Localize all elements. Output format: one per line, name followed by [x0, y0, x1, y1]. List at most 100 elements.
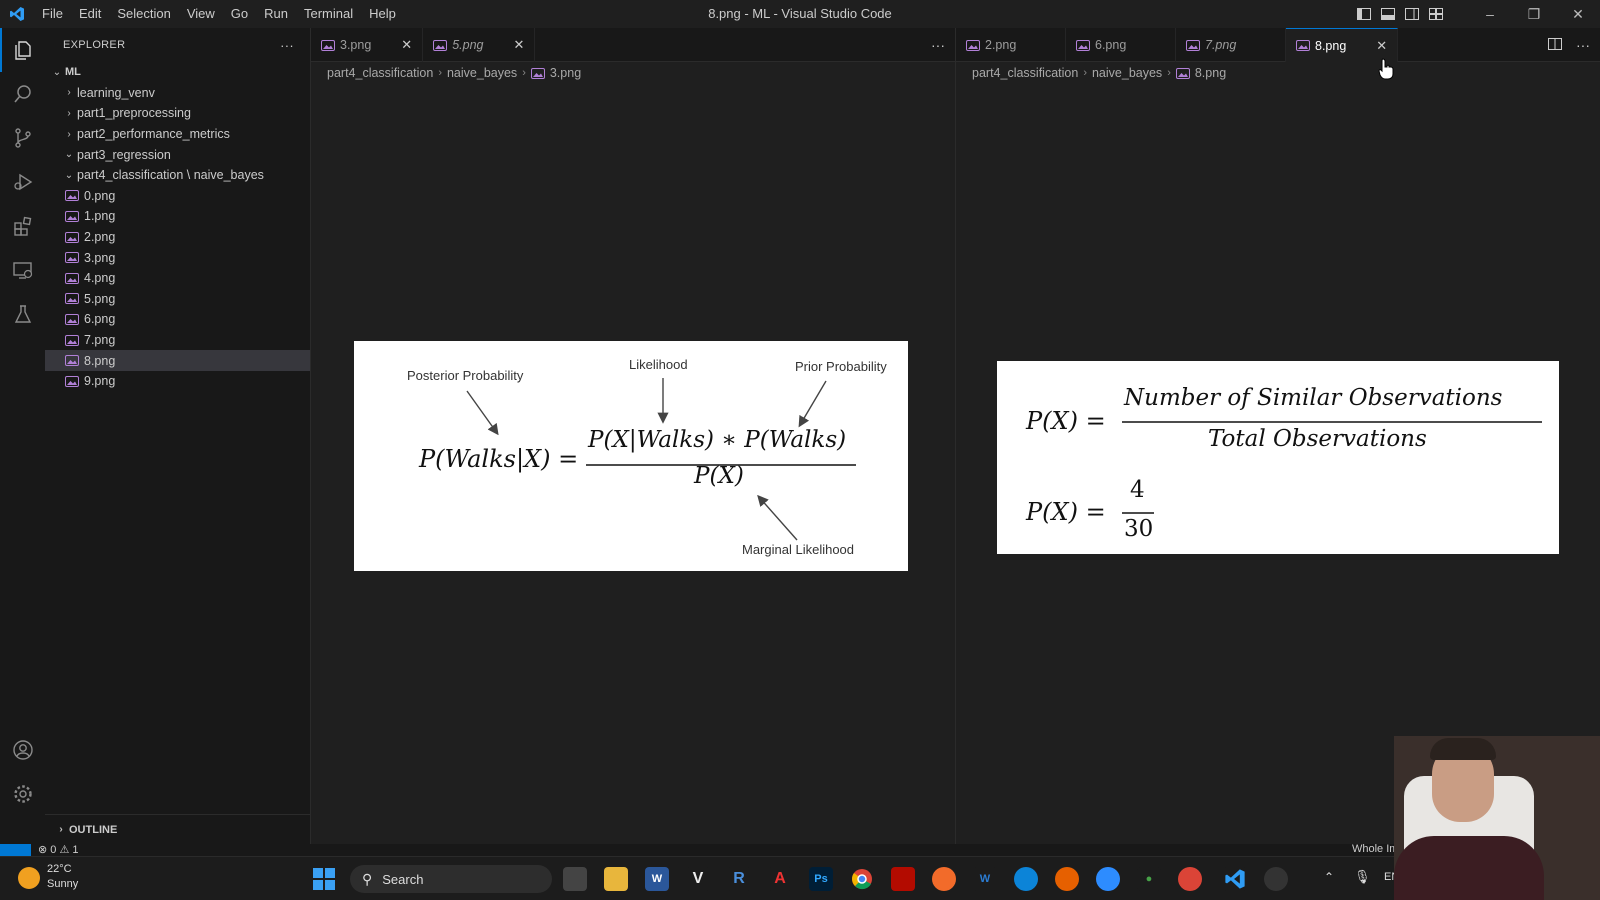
editor-more-actions-right-icon[interactable]: ···	[1576, 37, 1590, 53]
close-tab-icon[interactable]: ✕	[513, 37, 524, 53]
tree-file[interactable]: 8.png	[45, 350, 310, 371]
tree-file[interactable]: 7.png	[45, 330, 310, 351]
tree-folder[interactable]: › part1_preprocessing	[45, 103, 310, 124]
tree-folder[interactable]: ⌄ part3_regression	[45, 144, 310, 165]
run-debug-icon[interactable]	[0, 160, 45, 204]
tree-file[interactable]: 1.png	[45, 206, 310, 227]
tree-item-label: part4_classification \ naive_bayes	[77, 168, 264, 183]
edge-icon[interactable]	[1014, 867, 1038, 891]
restore-icon[interactable]: ❐	[1512, 0, 1556, 28]
editor-tab[interactable]: 3.png ✕	[311, 28, 424, 62]
editor-tab[interactable]: 2.png	[956, 28, 1066, 62]
r-studio-icon[interactable]: R	[727, 867, 751, 891]
taskbar-search-input[interactable]: ⚲ Search	[350, 865, 552, 893]
title-bar: File Edit Selection View Go Run Terminal…	[0, 0, 1600, 28]
remote-indicator-icon[interactable]	[0, 844, 31, 856]
editor-tab[interactable]: 6.png	[1066, 28, 1176, 62]
editor-tab[interactable]: 8.png ✕	[1286, 28, 1399, 62]
menu-help[interactable]: Help	[361, 0, 404, 28]
extensions-icon[interactable]	[0, 204, 45, 248]
toggle-secondary-sidebar-icon[interactable]	[1400, 0, 1424, 28]
firefox-icon[interactable]	[1055, 867, 1079, 891]
accounts-icon[interactable]	[0, 728, 45, 772]
breadcrumb-item[interactable]: 8.png	[1195, 66, 1226, 80]
denominator-value: 30	[1124, 516, 1154, 542]
close-tab-icon[interactable]: ✕	[1376, 38, 1387, 54]
explorer-more-actions-icon[interactable]: ···	[280, 38, 294, 53]
breadcrumb-item[interactable]: naive_bayes	[447, 66, 517, 80]
task-view-icon[interactable]	[563, 867, 587, 891]
toggle-panel-icon[interactable]	[1376, 0, 1400, 28]
minimize-icon[interactable]: –	[1468, 0, 1512, 28]
word-icon[interactable]: W	[645, 867, 669, 891]
image-file-icon	[65, 272, 79, 284]
menu-edit[interactable]: Edit	[71, 0, 109, 28]
editor-tab[interactable]: 7.png	[1176, 28, 1286, 62]
image-file-icon	[433, 39, 448, 51]
menu-go[interactable]: Go	[223, 0, 256, 28]
tree-folder[interactable]: ⌄ part4_classification \ naive_bayes	[45, 165, 310, 186]
github-desktop-icon[interactable]	[1264, 867, 1288, 891]
microphone-icon[interactable]: 🎙	[1354, 869, 1371, 885]
settings-gear-icon[interactable]	[0, 772, 45, 816]
explorer-icon[interactable]	[0, 28, 45, 72]
px-expression-2: P(X) =	[1026, 498, 1106, 526]
total-observations-denominator: Total Observations	[1208, 426, 1427, 452]
split-editor-icon[interactable]	[1548, 37, 1562, 53]
remote-explorer-icon[interactable]	[0, 248, 45, 292]
problems-indicator[interactable]: ⊗ 0 ⚠ 1	[38, 843, 79, 856]
menu-file[interactable]: File	[34, 0, 71, 28]
word-online-icon[interactable]: W	[973, 867, 997, 891]
vscode-logo-icon	[0, 0, 34, 28]
source-control-icon[interactable]	[0, 116, 45, 160]
chrome-icon[interactable]	[850, 867, 874, 891]
tree-folder[interactable]: › part2_performance_metrics	[45, 124, 310, 145]
tree-file[interactable]: 5.png	[45, 289, 310, 310]
tree-file[interactable]: 6.png	[45, 309, 310, 330]
editor-more-actions-icon[interactable]: ···	[931, 37, 945, 53]
tab-bar-left: 3.png ✕ 5.png ✕ ···	[311, 28, 955, 62]
probability-formula-image: P(X) = Number of Similar Observations To…	[997, 361, 1559, 554]
breadcrumb-item[interactable]: part4_classification	[327, 66, 433, 80]
menu-selection[interactable]: Selection	[109, 0, 178, 28]
toggle-primary-sidebar-icon[interactable]	[1352, 0, 1376, 28]
editor-tab[interactable]: 5.png ✕	[423, 28, 536, 62]
menu-terminal[interactable]: Terminal	[296, 0, 361, 28]
pdf-reader-icon[interactable]	[891, 867, 915, 891]
menu-view[interactable]: View	[179, 0, 223, 28]
tab-label: 3.png	[340, 38, 372, 52]
orange-app-icon[interactable]	[932, 867, 956, 891]
vectorworks-icon[interactable]: V	[686, 867, 710, 891]
testing-icon[interactable]	[0, 292, 45, 336]
close-window-icon[interactable]: ✕	[1556, 0, 1600, 28]
tree-file[interactable]: 3.png	[45, 247, 310, 268]
show-hidden-icons-icon[interactable]: ⌃	[1324, 870, 1334, 884]
mongodb-icon[interactable]: ●	[1137, 867, 1161, 891]
customize-layout-icon[interactable]	[1424, 0, 1448, 28]
breadcrumb-item[interactable]: part4_classification	[972, 66, 1078, 80]
breadcrumb-item[interactable]: 3.png	[550, 66, 581, 80]
breadcrumb-item[interactable]: naive_bayes	[1092, 66, 1162, 80]
tree-folder[interactable]: › learning_venv	[45, 83, 310, 104]
search-icon[interactable]	[0, 72, 45, 116]
file-explorer-icon[interactable]	[604, 867, 628, 891]
windows-start-icon[interactable]	[312, 867, 336, 891]
chevron-right-icon: ›	[59, 824, 63, 835]
tree-file[interactable]: 9.png	[45, 371, 310, 392]
outline-section[interactable]: › OUTLINE	[45, 814, 311, 844]
image-file-icon	[65, 210, 79, 222]
close-tab-icon[interactable]: ✕	[401, 37, 412, 53]
tree-item-label: 5.png	[84, 291, 116, 306]
menu-run[interactable]: Run	[256, 0, 296, 28]
outline-label: OUTLINE	[69, 823, 118, 836]
tree-file[interactable]: 2.png	[45, 227, 310, 248]
tree-root-ml[interactable]: ⌄ ML	[45, 62, 310, 83]
tree-file[interactable]: 4.png	[45, 268, 310, 289]
vscode-taskbar-icon[interactable]	[1223, 867, 1247, 891]
weather-widget[interactable]: 22°C Sunny	[47, 862, 78, 892]
photoshop-icon[interactable]: Ps	[809, 867, 833, 891]
acrobat-icon[interactable]: A	[768, 867, 792, 891]
chrome-profile-icon[interactable]	[1178, 867, 1202, 891]
tree-file[interactable]: 0.png	[45, 186, 310, 207]
zoom-icon[interactable]	[1096, 867, 1120, 891]
